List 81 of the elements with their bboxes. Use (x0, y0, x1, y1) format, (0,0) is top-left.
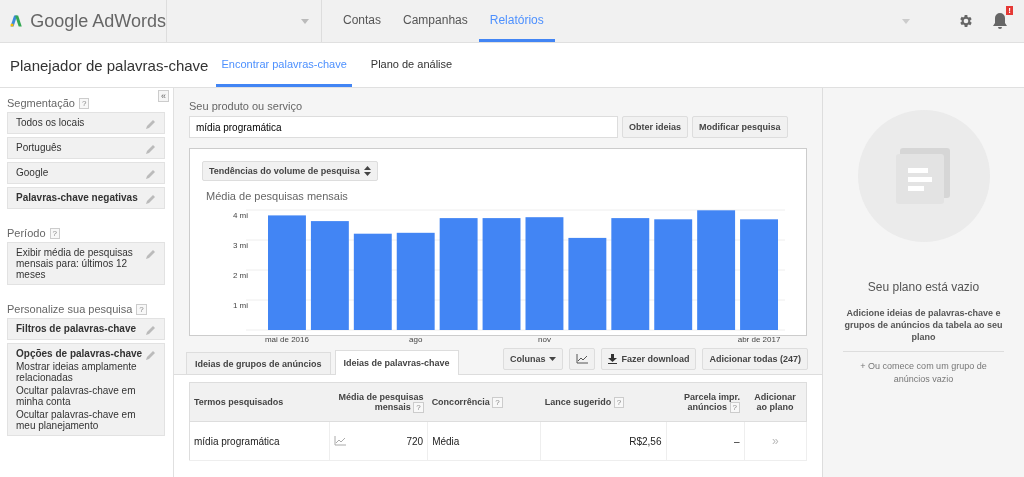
page-tab[interactable]: Plano de análise (365, 43, 458, 87)
chart-title: Média de pesquisas mensais (206, 190, 349, 202)
table-cell: Média (427, 421, 541, 461)
caret-icon (549, 357, 557, 361)
edit-icon[interactable] (146, 169, 156, 179)
edit-icon[interactable] (146, 249, 156, 259)
filter-card[interactable]: Exibir média de pesquisas mensais para: últimos 12 meses (7, 242, 165, 285)
edit-icon[interactable] (146, 119, 156, 129)
section-title: Personalize sua pesquisa (7, 303, 133, 315)
filter-card[interactable]: Palavras-chave negativas (7, 187, 165, 209)
edit-icon[interactable] (146, 350, 156, 360)
download-icon (608, 354, 618, 364)
axis-label: ago (409, 335, 423, 344)
caret-icon[interactable] (902, 18, 910, 24)
filter-text: Ocultar palavras-chave em meu planejamento (16, 409, 137, 431)
document-icon (895, 148, 952, 204)
edit-icon[interactable] (146, 194, 156, 204)
filter-text: Ocultar palavras-chave em minha conta (16, 385, 137, 407)
results-tab[interactable]: Ideias de grupos de anúncios (186, 352, 331, 374)
column-header: Adicionar ao plano (744, 382, 807, 422)
axis-label: 2 mi (232, 271, 248, 280)
caret-icon[interactable] (301, 18, 309, 24)
axis-label: 1 mi (232, 301, 248, 310)
edit-icon[interactable] (146, 144, 156, 154)
search-field[interactable]: mídia programática (189, 116, 618, 138)
filter-text: Filtros de palavras-chave (16, 323, 137, 334)
filter-card[interactable]: Português (7, 137, 165, 159)
filter-text: Exibir média de pesquisas mensais para: últimos 12 meses (16, 247, 134, 280)
filter-card[interactable]: Google (7, 162, 165, 184)
sort-icon (363, 166, 371, 176)
chart-button[interactable] (569, 348, 596, 370)
notification-icon[interactable] (992, 12, 1008, 30)
collapse-button[interactable]: « (158, 90, 169, 102)
section-title: Segmentação (7, 97, 75, 109)
filter-card[interactable]: Todos os locais (7, 112, 165, 134)
settings-icon[interactable] (958, 13, 974, 29)
nav-tab[interactable]: Contas (332, 0, 393, 42)
filter-text: Português (16, 142, 62, 153)
filter-text: Google (16, 167, 49, 178)
filter-text: Opções de palavras-chave (16, 348, 144, 359)
section-title: Período (7, 227, 46, 239)
table-cell: mídia programática (189, 421, 330, 461)
column-header: Concorrência ? (427, 382, 541, 422)
product-logo: Google AdWords (30, 10, 166, 32)
column-header: Termos pesquisados (189, 382, 330, 422)
axis-label: abr de 2017 (737, 335, 781, 344)
nav-tab[interactable]: Campanhas (392, 0, 479, 42)
table-cell: – (666, 421, 744, 461)
columns-button[interactable]: Colunas (502, 348, 564, 370)
help-icon[interactable]: ? (136, 303, 147, 315)
search-button[interactable]: Modificar pesquisa (692, 116, 788, 138)
column-header: Lance sugerido ? (540, 382, 666, 422)
notification-badge: ! (1006, 6, 1013, 15)
line-chart-icon (576, 354, 589, 364)
axis-label: nov (538, 335, 551, 344)
axis-label: 4 mi (232, 211, 248, 220)
edit-icon[interactable] (146, 325, 156, 335)
empty-ad-group-link[interactable]: + Ou comece com um grupo de anúncios vazio (843, 360, 1004, 386)
results-tab[interactable]: Ideias de palavras-chave (334, 350, 459, 375)
filter-text: Todos os locais (16, 117, 85, 128)
filter-card[interactable]: Opções de palavras-chave Mostrar ideias amplamente relacionadas Ocultar palavras-chave em minha conta Ocultar palavras-chave em meu planejamento (7, 343, 165, 436)
filter-card[interactable]: Filtros de palavras-chave (7, 318, 165, 340)
axis-label: 3 mi (232, 241, 248, 250)
page-title: Planejador de palavras-chave (9, 55, 210, 76)
trend-icon[interactable] (334, 436, 347, 446)
filter-text: Mostrar ideias amplamente relacionadas (16, 361, 138, 383)
filter-text: Palavras-chave negativas (16, 192, 138, 203)
empty-plan-title: Seu plano está vazio (867, 280, 980, 294)
add-all-button[interactable]: Adicionar todas (247) (702, 348, 808, 370)
search-button[interactable]: Obter ideias (622, 116, 689, 138)
table-cell: 720 (406, 435, 424, 447)
column-header: Média de pesquisas mensais ? (329, 382, 428, 422)
empty-plan-text: Adicione ideias de palavras-chave e grupos de anúncios da tabela ao seu plano (843, 307, 1004, 343)
chart-type-dropdown[interactable]: Tendências do volume de pesquisa (202, 161, 378, 181)
help-icon[interactable]: ? (78, 97, 90, 109)
axis-label: mai de 2016 (264, 335, 309, 344)
download-button[interactable]: Fazer download (601, 348, 697, 370)
help-icon[interactable]: ? (49, 227, 60, 239)
column-header: Parcela impr. anúncios ? (666, 382, 744, 422)
table-cell: R$2,56 (540, 421, 666, 461)
field-label: Seu produto ou serviço (189, 100, 304, 112)
